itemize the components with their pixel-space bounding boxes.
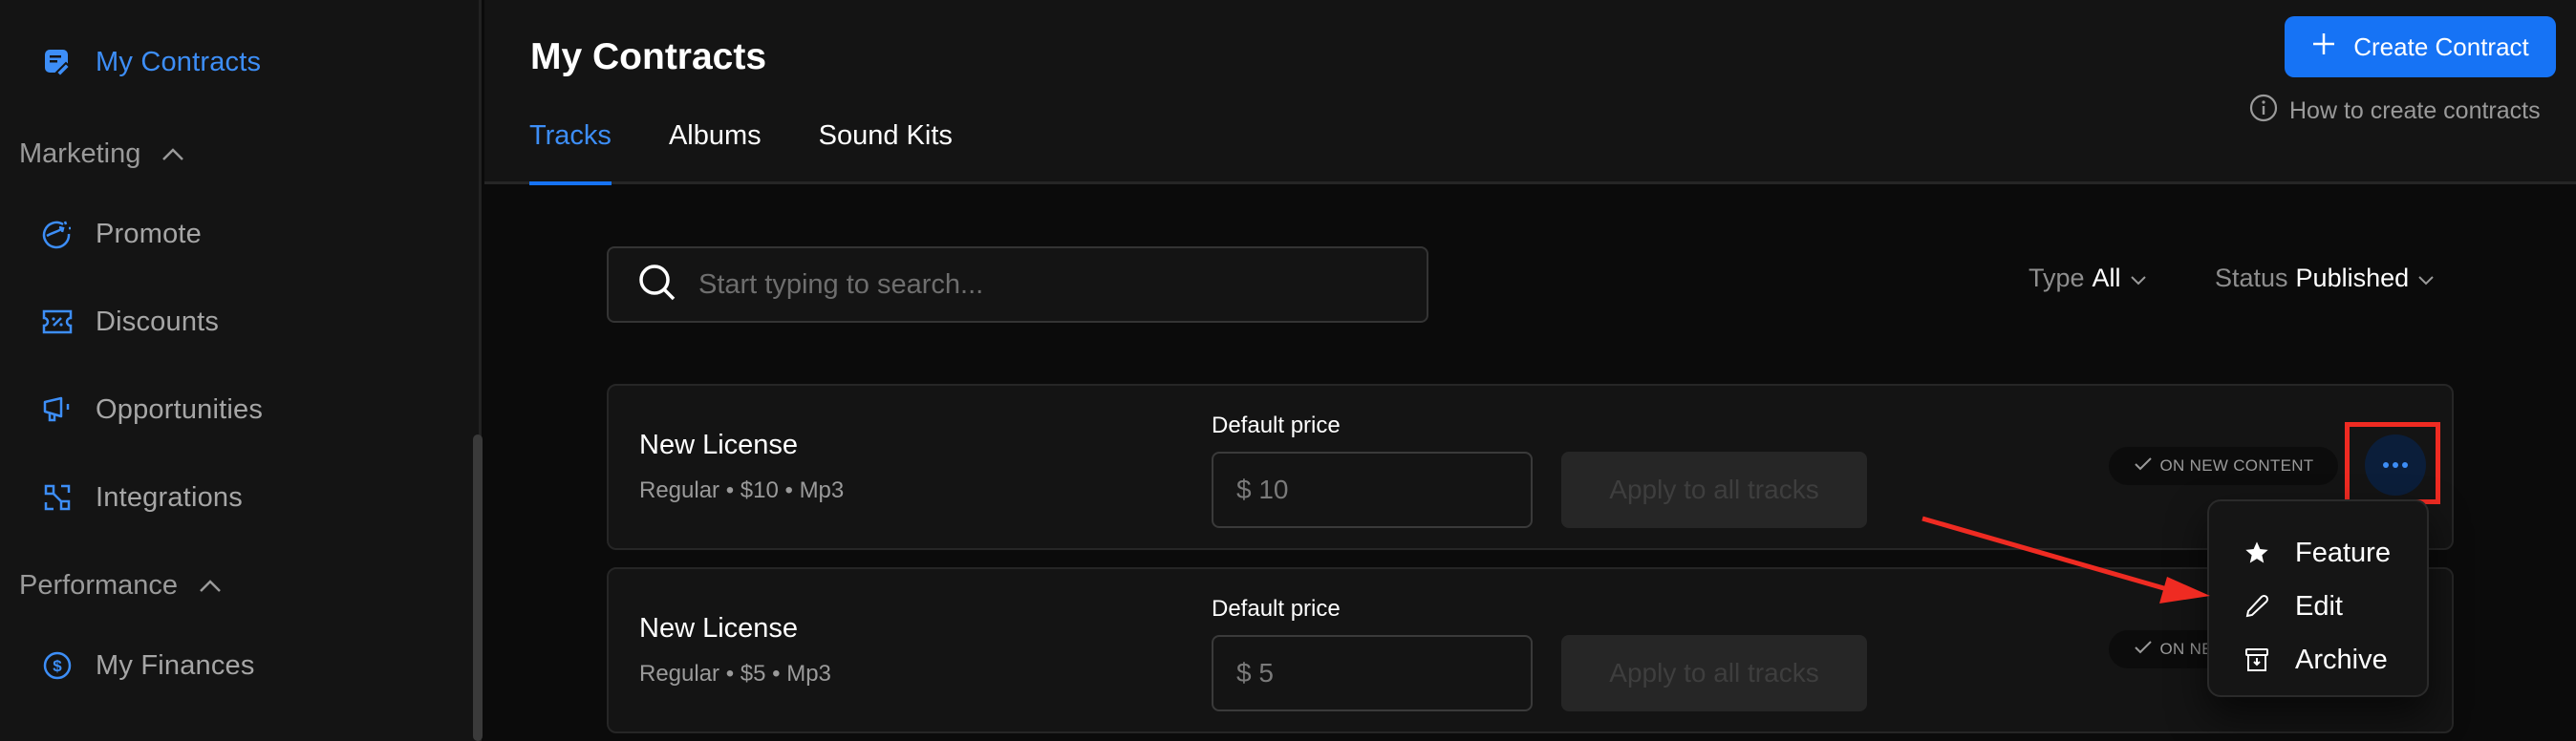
tab-sound-kits[interactable]: Sound Kits: [819, 120, 953, 184]
sidebar-item-promote[interactable]: Promote: [42, 210, 202, 258]
page-header: My Contracts Tracks Albums Sound Kits Cr…: [484, 0, 2576, 185]
menu-item-label: Edit: [2295, 590, 2343, 622]
section-label: Marketing: [19, 138, 141, 169]
tab-albums[interactable]: Albums: [669, 120, 762, 184]
pencil-icon: [2243, 593, 2270, 620]
search-icon: [637, 263, 677, 307]
menu-item-archive[interactable]: Archive: [2209, 633, 2427, 687]
menu-item-label: Feature: [2295, 537, 2391, 568]
sidebar-item-my-contracts[interactable]: My Contracts: [42, 38, 261, 86]
status-filter-value: Published: [2295, 264, 2410, 292]
tab-tracks[interactable]: Tracks: [529, 120, 612, 185]
type-filter-dropdown[interactable]: Type All: [2029, 264, 2148, 293]
dollar-circle-icon: $: [42, 650, 73, 681]
discount-ticket-icon: [42, 307, 73, 337]
more-dots-icon: [2393, 462, 2398, 468]
sidebar-item-opportunities[interactable]: Opportunities: [42, 386, 263, 434]
apply-to-all-tracks-button[interactable]: Apply to all tracks: [1561, 452, 1867, 528]
search-input[interactable]: [698, 268, 1425, 301]
chevron-down-icon: [2129, 264, 2148, 293]
page-title: My Contracts: [530, 36, 767, 77]
sidebar-item-label: Promote: [96, 218, 202, 249]
on-new-content-badge: ON NEW CONTENT: [2109, 447, 2338, 485]
status-filter-label: Status: [2215, 264, 2288, 292]
svg-text:$: $: [53, 657, 62, 675]
check-icon: [2134, 640, 2153, 660]
contract-edit-icon: [42, 47, 73, 77]
sidebar-scrollbar[interactable]: [473, 434, 483, 741]
sidebar-item-label: My Contracts: [96, 46, 262, 77]
sidebar-section-performance[interactable]: Performance: [19, 563, 224, 607]
tab-bar: Tracks Albums Sound Kits: [529, 120, 953, 185]
help-link-label: How to create contracts: [2289, 97, 2541, 124]
type-filter-label: Type: [2029, 264, 2085, 292]
app-root: My Contracts Marketing Promote Discounts…: [0, 0, 2576, 741]
contract-details: Regular • $10 • Mp3: [639, 477, 845, 503]
status-filter-dropdown[interactable]: Status Published: [2215, 264, 2436, 293]
sidebar-item-integrations[interactable]: Integrations: [42, 474, 243, 521]
more-options-button[interactable]: [2365, 434, 2426, 496]
sidebar-section-marketing[interactable]: Marketing: [19, 132, 186, 176]
menu-item-feature[interactable]: Feature: [2209, 526, 2427, 580]
contract-card: New License Regular • $10 • Mp3 Default …: [607, 384, 2454, 550]
create-contract-label: Create Contract: [2353, 32, 2529, 61]
plus-icon: [2311, 32, 2336, 63]
promote-icon: [42, 219, 73, 249]
contract-details: Regular • $5 • Mp3: [639, 661, 831, 687]
check-icon: [2134, 456, 2153, 476]
contract-title: New License: [639, 430, 799, 460]
sidebar-item-label: Opportunities: [96, 393, 264, 425]
how-to-create-contracts-link[interactable]: How to create contracts: [2249, 94, 2541, 129]
create-contract-button[interactable]: Create Contract: [2285, 16, 2556, 77]
star-icon: [2243, 540, 2270, 566]
default-price-input[interactable]: [1212, 452, 1533, 528]
more-dots-icon: [2402, 462, 2408, 468]
badge-label: ON NEW CONTENT: [2159, 456, 2314, 475]
contract-options-menu: Feature Edit Archive: [2207, 499, 2429, 697]
integrations-icon: [42, 482, 73, 513]
megaphone-icon: [42, 394, 73, 425]
more-dots-icon: [2383, 462, 2389, 468]
default-price-input[interactable]: [1212, 635, 1533, 711]
sidebar-item-discounts[interactable]: Discounts: [42, 298, 219, 346]
menu-item-edit[interactable]: Edit: [2209, 580, 2427, 633]
default-price-label: Default price: [1212, 413, 1341, 438]
chevron-up-icon: [197, 576, 224, 595]
menu-item-label: Archive: [2295, 644, 2388, 675]
sidebar-item-my-finances[interactable]: $ My Finances: [42, 642, 255, 689]
apply-to-all-tracks-button[interactable]: Apply to all tracks: [1561, 635, 1867, 711]
search-field: [607, 246, 1428, 323]
info-icon: [2249, 94, 2278, 129]
sidebar-item-label: Discounts: [96, 306, 220, 337]
section-label: Performance: [19, 569, 179, 601]
contract-card: New License Regular • $5 • Mp3 Default p…: [607, 567, 2454, 733]
chevron-up-icon: [160, 144, 186, 163]
sidebar-item-label: My Finances: [96, 649, 255, 681]
default-price-label: Default price: [1212, 596, 1341, 622]
contract-title: New License: [639, 613, 799, 644]
sidebar: My Contracts Marketing Promote Discounts…: [0, 0, 483, 741]
archive-icon: [2243, 646, 2270, 673]
chevron-down-icon: [2416, 264, 2436, 293]
type-filter-value: All: [2092, 264, 2121, 292]
sidebar-item-label: Integrations: [96, 481, 243, 513]
